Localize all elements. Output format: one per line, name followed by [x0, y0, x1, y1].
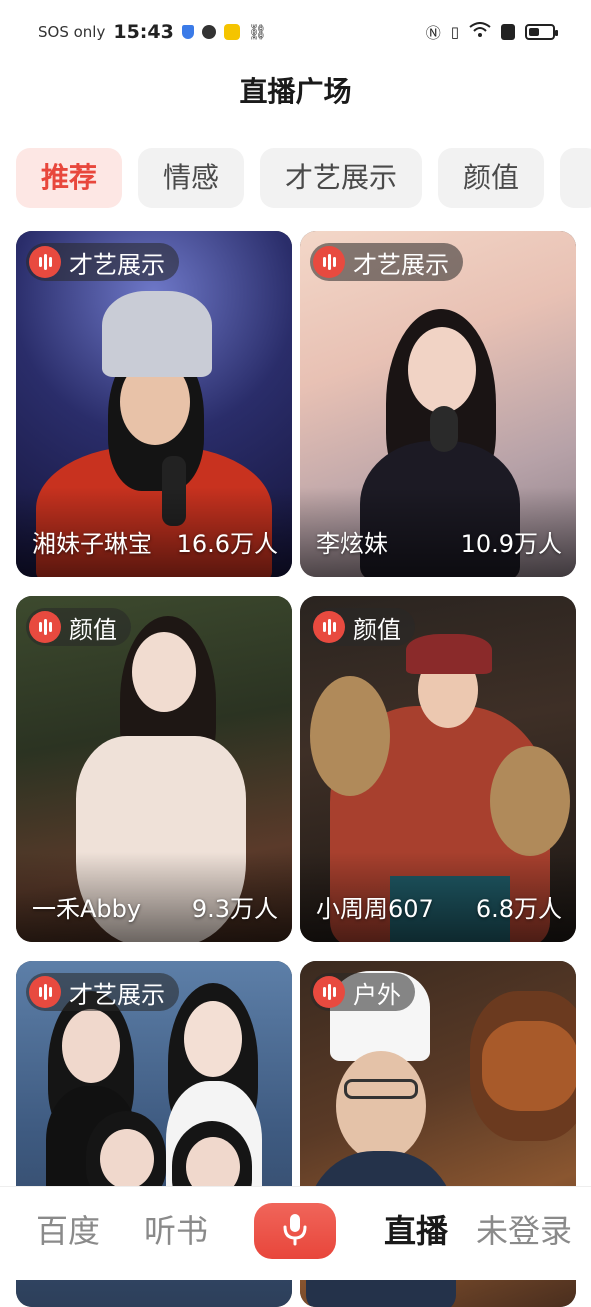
status-right: Ⓝ ▯: [425, 22, 558, 43]
carrier-status: SOS only: [38, 23, 106, 41]
category-badge: 才艺展示: [310, 243, 463, 281]
card-info: 湘妹子琳宝 16.6万人: [32, 524, 278, 559]
card-info: 小周周607 6.8万人: [316, 889, 562, 924]
nav-live[interactable]: 直播: [384, 1209, 448, 1253]
nav-login[interactable]: 未登录: [476, 1209, 572, 1253]
battery-icon: [525, 24, 558, 40]
category-label: 才艺展示: [69, 980, 165, 1009]
nav-audiobook[interactable]: 听书: [144, 1209, 208, 1253]
tab-emotion[interactable]: 情感: [138, 148, 245, 208]
bottom-nav: 百度 听书 直播 未登录: [0, 1186, 591, 1280]
category-label: 才艺展示: [353, 250, 449, 279]
app-notification-icon: [223, 24, 240, 40]
nfc-icon: Ⓝ: [425, 23, 441, 42]
vibrate-icon: ▯: [450, 23, 459, 41]
block-icon: [201, 25, 216, 39]
live-card[interactable]: 才艺展示 湘妹子琳宝 16.6万人: [16, 231, 292, 577]
streamer-name: 李炫妹: [316, 530, 388, 558]
category-badge: 颜值: [310, 608, 415, 646]
live-card[interactable]: 颜值 小周周607 6.8万人: [300, 596, 576, 942]
alert-icon: [501, 24, 515, 40]
nav-baidu[interactable]: 百度: [36, 1209, 100, 1253]
viewer-count: 16.6万人: [176, 530, 278, 558]
sound-wave-icon: [29, 246, 61, 278]
streamer-name: 湘妹子琳宝: [32, 530, 152, 558]
status-bar: SOS only 15:43 ⛓ Ⓝ ▯: [0, 0, 591, 64]
page-title: 直播广场: [239, 75, 352, 108]
tab-talent[interactable]: 才艺展示: [260, 148, 423, 208]
category-badge: 才艺展示: [26, 973, 179, 1011]
streamer-name: 小周周607: [316, 895, 434, 923]
viewer-count: 10.9万人: [460, 530, 562, 558]
category-label: 颜值: [69, 615, 117, 644]
category-label: 颜值: [353, 615, 401, 644]
category-badge: 户外: [310, 973, 415, 1011]
category-label: 才艺展示: [69, 250, 165, 279]
streamer-name: 一禾Abby: [32, 895, 142, 923]
link-icon: ⛓: [247, 23, 267, 41]
battery-level: [529, 28, 539, 36]
shield-icon: [181, 25, 194, 39]
live-card[interactable]: 才艺展示 李炫妹 10.9万人: [300, 231, 576, 577]
sound-wave-icon: [313, 246, 345, 278]
category-badge: 才艺展示: [26, 243, 179, 281]
live-card[interactable]: 颜值 一禾Abby 9.3万人: [16, 596, 292, 942]
voice-search-button[interactable]: [254, 1203, 336, 1259]
viewer-count: 6.8万人: [475, 895, 562, 923]
category-label: 户外: [353, 980, 401, 1009]
tab-recommend[interactable]: 推荐: [16, 148, 123, 208]
status-left: SOS only 15:43 ⛓: [38, 21, 267, 43]
sound-wave-icon: [29, 611, 61, 643]
card-info: 李炫妹 10.9万人: [316, 524, 562, 559]
sound-wave-icon: [313, 611, 345, 643]
microphone-icon: [282, 1212, 308, 1250]
card-info: 一禾Abby 9.3万人: [32, 889, 278, 924]
sound-wave-icon: [313, 976, 345, 1008]
category-tabs: 推荐 情感 才艺展示 颜值: [16, 148, 591, 208]
tab-looks[interactable]: 颜值: [438, 148, 545, 208]
tab-more[interactable]: [560, 148, 591, 208]
sound-wave-icon: [29, 976, 61, 1008]
category-badge: 颜值: [26, 608, 131, 646]
clock: 15:43: [113, 21, 174, 43]
live-stream-grid: 才艺展示 湘妹子琳宝 16.6万人 才艺展示 李炫妹 10.9万人 颜值 一禾A…: [16, 231, 576, 1307]
viewer-count: 9.3万人: [191, 895, 278, 923]
wifi-icon: [469, 22, 491, 42]
